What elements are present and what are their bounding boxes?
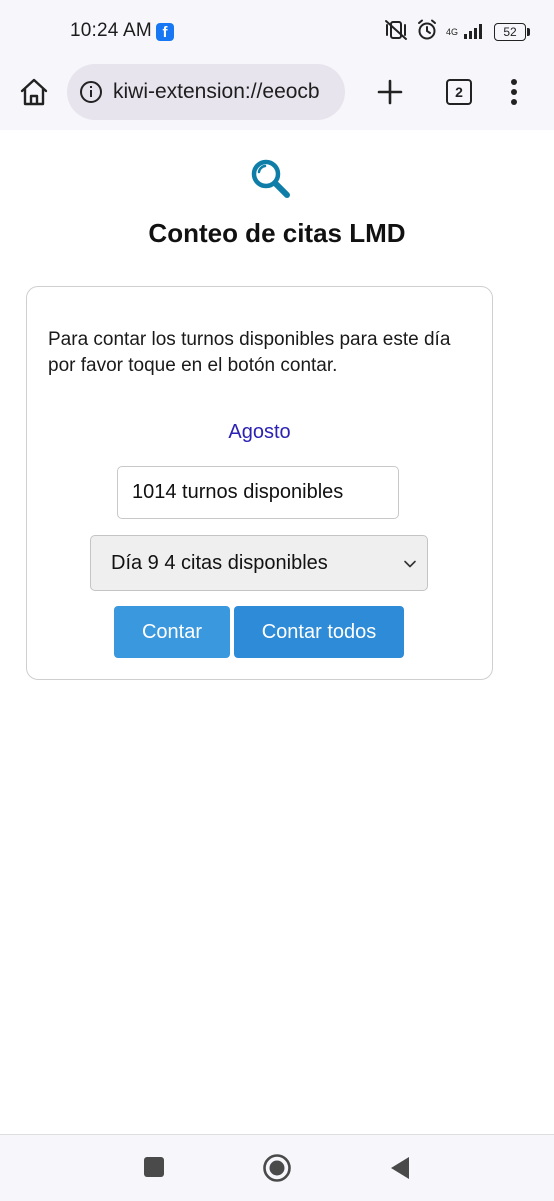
day-select[interactable]: Día 9 4 citas disponibles (90, 535, 428, 591)
status-bar: 10:24 AM f 4G 52 (0, 0, 554, 62)
home-icon[interactable] (18, 76, 50, 108)
battery-icon: 52 (494, 23, 530, 41)
url-text[interactable]: kiwi-extension://eeocb (113, 80, 345, 104)
count-button[interactable]: Contar (114, 606, 230, 658)
status-time: 10:24 AM (70, 20, 152, 41)
instructions-text: Para contar los turnos disponibles para … (48, 329, 451, 376)
plus-icon[interactable] (374, 76, 406, 108)
back-icon[interactable] (388, 1155, 412, 1181)
recents-icon[interactable] (144, 1157, 164, 1177)
status-icons: 4G 52 (384, 19, 530, 46)
facebook-icon: f (156, 23, 174, 41)
day-select-value: Día 9 4 citas disponibles (111, 552, 328, 574)
network-label: 4G (445, 27, 458, 37)
chevron-down-icon (403, 557, 417, 571)
browser-toolbar: kiwi-extension://eeocb 2 (0, 62, 554, 130)
home-circle-icon[interactable] (262, 1153, 292, 1183)
available-count-field[interactable] (117, 466, 399, 519)
system-nav-bar (0, 1134, 554, 1201)
search-icon (250, 158, 292, 200)
tabs-icon[interactable]: 2 (446, 79, 472, 105)
page-title: Conteo de citas LMD (148, 218, 406, 248)
info-icon[interactable] (79, 80, 103, 104)
count-card: Para contar los turnos disponibles para … (26, 286, 493, 680)
month-label: Agosto (228, 421, 291, 443)
count-all-button[interactable]: Contar todos (234, 606, 404, 658)
alarm-icon (416, 19, 438, 46)
url-bar[interactable]: kiwi-extension://eeocb (67, 64, 345, 120)
signal-icon (462, 20, 486, 45)
more-vert-icon[interactable] (502, 76, 526, 108)
muted-vibrate-icon (384, 19, 408, 46)
